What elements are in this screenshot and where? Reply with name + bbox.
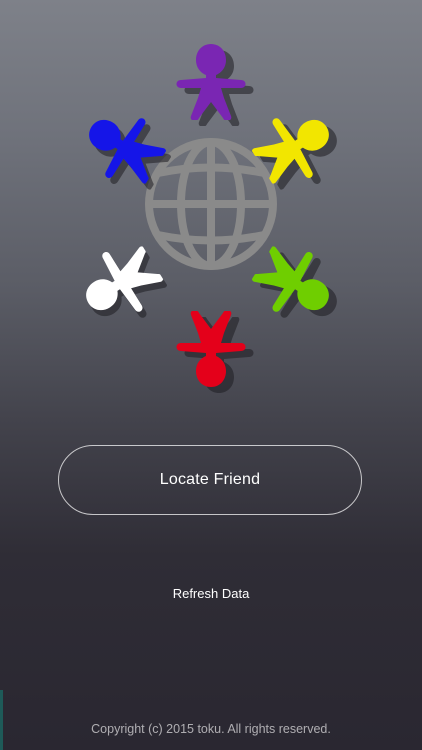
left-edge-accent [0,690,3,750]
refresh-data-link[interactable]: Refresh Data [0,586,422,601]
copyright-text: Copyright (c) 2015 toku. All rights rese… [91,722,331,736]
locate-friend-label: Locate Friend [159,471,261,488]
locate-friend-button[interactable]: Locate Friend [58,445,362,515]
globe-with-people-icon [70,44,352,393]
blue-person-icon [73,97,175,197]
